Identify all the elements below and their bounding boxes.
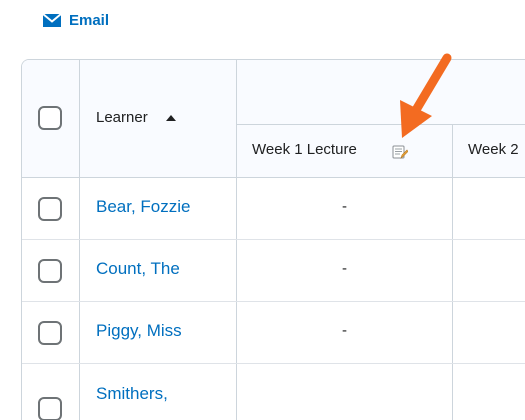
grade-cell[interactable]: - (342, 322, 347, 339)
grade-cell[interactable]: - (342, 260, 347, 277)
learner-link[interactable]: Count, The (96, 259, 180, 279)
email-label: Email (69, 12, 110, 29)
row-checkbox[interactable] (38, 397, 62, 420)
envelope-icon (42, 13, 62, 28)
learner-link[interactable]: Smithers, (96, 384, 168, 404)
grid-divider (236, 60, 237, 420)
grid-divider (22, 363, 525, 364)
row-checkbox[interactable] (38, 321, 62, 345)
sort-ascending-icon[interactable] (166, 115, 176, 121)
learner-link[interactable]: Bear, Fozzie (96, 197, 191, 217)
row-checkbox[interactable] (38, 259, 62, 283)
grades-grid: Learner Week 1 Lecture Week 2 Bear, Fozz… (21, 59, 525, 420)
grid-divider (22, 239, 525, 240)
grid-divider (79, 60, 80, 420)
learner-link[interactable]: Piggy, Miss (96, 321, 182, 341)
email-button[interactable]: Email (42, 12, 109, 29)
grade-cell[interactable]: - (342, 198, 347, 215)
grid-divider (22, 177, 525, 178)
column-header-week-2[interactable]: Week 2 (468, 141, 519, 158)
learner-column-header[interactable]: Learner (96, 109, 148, 126)
select-all-checkbox[interactable] (38, 106, 62, 130)
grid-divider (452, 124, 453, 420)
column-header-week-1-lecture[interactable]: Week 1 Lecture (252, 141, 357, 158)
grid-divider (22, 301, 525, 302)
grid-divider (236, 124, 525, 125)
row-checkbox[interactable] (38, 197, 62, 221)
edit-grade-icon[interactable] (392, 144, 409, 165)
